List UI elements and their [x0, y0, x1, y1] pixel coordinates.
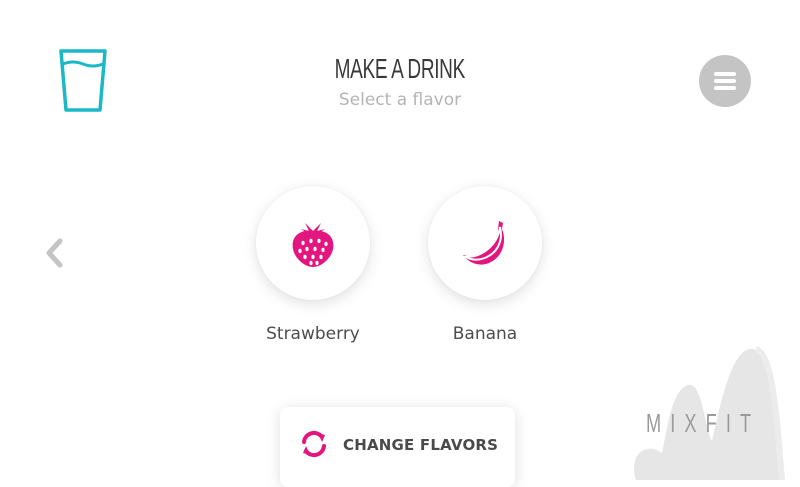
page-header: MAKE A DRINK Select a flavor — [0, 52, 800, 111]
flavor-strawberry-button[interactable] — [256, 186, 370, 300]
page-title: MAKE A DRINK — [334, 53, 466, 84]
banana-icon — [462, 221, 505, 265]
change-flavors-button[interactable]: CHANGE FLAVORS — [280, 407, 515, 487]
flavor-banana-label: Banana — [452, 324, 518, 344]
back-button[interactable] — [44, 238, 66, 268]
flavor-strawberry-label: Strawberry — [266, 324, 360, 344]
logo-text: MIXFIT — [646, 408, 761, 438]
flavor-strawberry[interactable]: Strawberry — [253, 186, 373, 344]
menu-button[interactable] — [699, 55, 751, 107]
change-flavors-label: CHANGE FLAVORS — [343, 436, 499, 454]
flavor-banana-button[interactable] — [428, 186, 542, 300]
strawberry-icon — [292, 223, 334, 267]
chevron-left-icon — [46, 238, 63, 268]
flavor-banana[interactable]: Banana — [425, 186, 545, 344]
refresh-icon — [302, 430, 326, 458]
page-subtitle: Select a flavor — [338, 90, 462, 110]
